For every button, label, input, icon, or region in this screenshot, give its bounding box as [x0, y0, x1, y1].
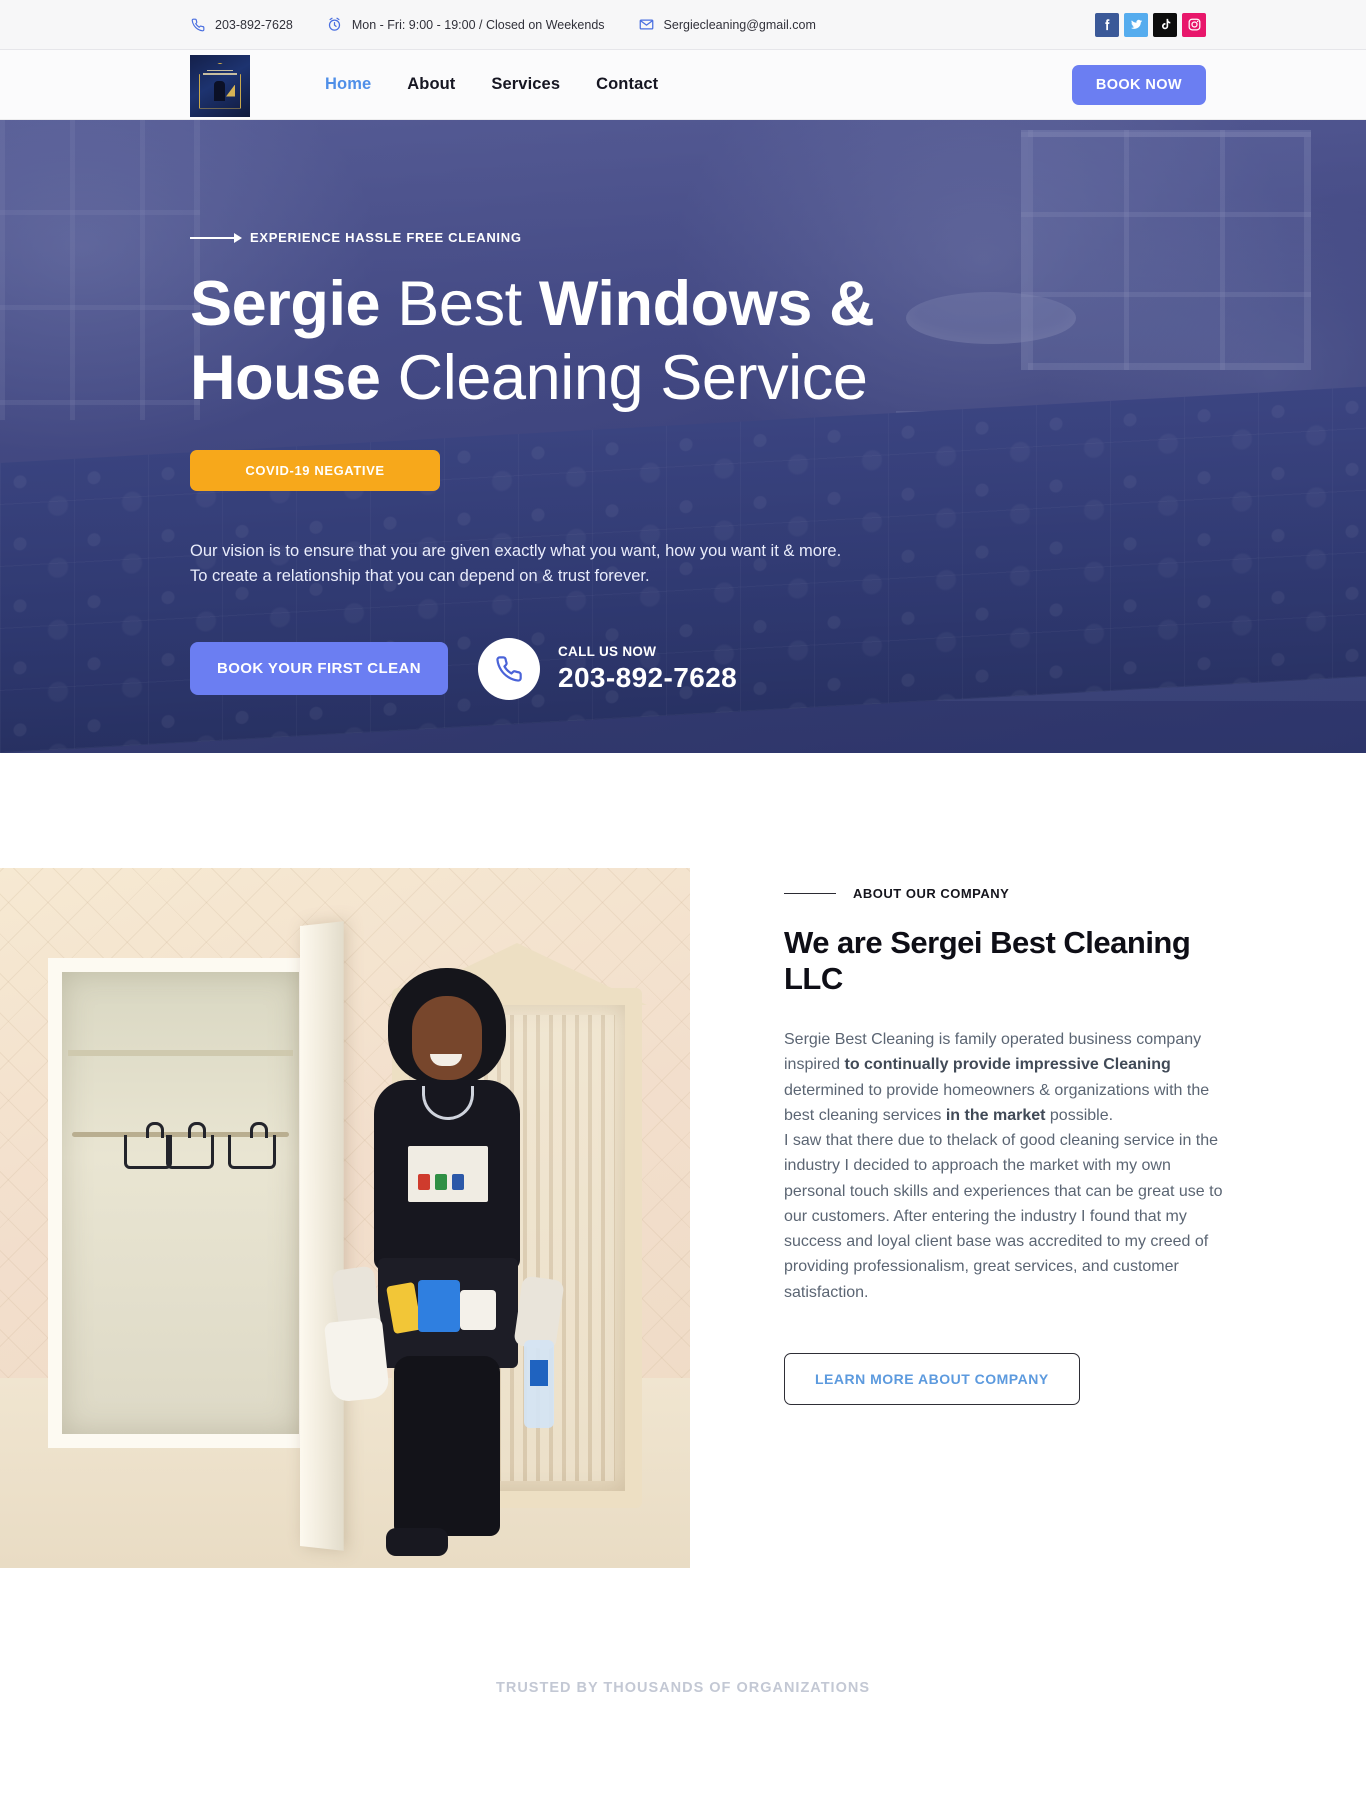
- about-photo: [0, 868, 690, 1568]
- logo-text-marks: [203, 69, 237, 77]
- about-p1-bold-1: to continually provide impressive Cleani…: [844, 1056, 1171, 1074]
- call-us-block[interactable]: CALL US NOW 203-892-7628: [477, 637, 737, 700]
- envelope-icon: [639, 17, 655, 33]
- hero-title: Sergie Best Windows & House Cleaning Ser…: [190, 267, 1070, 416]
- hero-section: EXPERIENCE HASSLE FREE CLEANING Sergie B…: [0, 120, 1366, 753]
- hero-title-part-4: House: [190, 343, 381, 414]
- about-eyebrow-text: ABOUT OUR COMPANY: [853, 886, 1010, 901]
- divider-line: [784, 892, 836, 895]
- hero-eyebrow-text: EXPERIENCE HASSLE FREE CLEANING: [250, 230, 522, 245]
- facebook-icon[interactable]: [1095, 12, 1119, 37]
- arrow-line-icon: [190, 232, 242, 243]
- about-photo-person: [323, 968, 565, 1568]
- hero-subtitle: Our vision is to ensure that you are giv…: [190, 541, 842, 586]
- about-eyebrow: ABOUT OUR COMPANY: [784, 886, 1226, 901]
- about-p1-bold-2: in the market: [945, 1106, 1046, 1124]
- hero-cta-row: BOOK YOUR FIRST CLEAN CALL US NOW 203-89…: [190, 637, 1176, 700]
- nav-item-home[interactable]: Home: [325, 75, 371, 94]
- about-p1-e: possible.: [1045, 1106, 1114, 1124]
- nav-item-services[interactable]: Services: [491, 75, 560, 94]
- about-paragraph-1: Sergie Best Cleaning is family operated …: [784, 1027, 1226, 1128]
- about-title: We are Sergei Best Cleaning LLC: [784, 925, 1191, 996]
- hero-content: EXPERIENCE HASSLE FREE CLEANING Sergie B…: [0, 120, 1366, 700]
- phone-icon: [190, 17, 206, 33]
- hero-title-part-2: Best: [380, 269, 539, 339]
- nav-item-about[interactable]: About: [407, 75, 455, 94]
- site-logo[interactable]: [190, 54, 250, 117]
- logo-person-icon: [214, 80, 225, 101]
- nav-menu: Home About Services Contact: [325, 75, 658, 94]
- top-info-bar: 203-892-7628 Mon - Fri: 9:00 - 19:00 / C…: [0, 0, 1366, 50]
- call-text-block: CALL US NOW 203-892-7628: [558, 644, 737, 694]
- tiktok-icon[interactable]: [1153, 12, 1177, 37]
- call-us-label: CALL US NOW: [557, 643, 657, 659]
- about-text-column: ABOUT OUR COMPANY We are Sergei Best Cle…: [690, 868, 1366, 1405]
- book-first-clean-button[interactable]: BOOK YOUR FIRST CLEAN: [190, 642, 448, 696]
- call-us-number[interactable]: 203-892-7628: [558, 662, 737, 694]
- clock-icon: [327, 17, 343, 33]
- about-section: ABOUT OUR COMPANY We are Sergei Best Cle…: [0, 753, 1366, 1608]
- social-links: [1095, 12, 1206, 37]
- nav-item-contact[interactable]: Contact: [596, 75, 658, 94]
- learn-more-button[interactable]: LEARN MORE ABOUT COMPANY: [784, 1352, 1080, 1405]
- twitter-icon[interactable]: [1124, 12, 1148, 37]
- about-paragraph-2: I saw that there due to thelack of good …: [784, 1132, 1223, 1301]
- topbar-hours: Mon - Fri: 9:00 - 19:00 / Closed on Week…: [327, 17, 605, 33]
- topbar-phone-text: 203-892-7628: [215, 17, 293, 32]
- topbar-email-text: Sergiecleaning@gmail.com: [663, 17, 816, 32]
- topbar-phone[interactable]: 203-892-7628: [190, 17, 293, 33]
- hero-eyebrow: EXPERIENCE HASSLE FREE CLEANING: [190, 230, 1176, 245]
- topbar-email[interactable]: Sergiecleaning@gmail.com: [639, 17, 816, 33]
- top-contact-list: 203-892-7628 Mon - Fri: 9:00 - 19:00 / C…: [190, 17, 816, 33]
- main-navigation: Home About Services Contact BOOK NOW: [0, 50, 1366, 120]
- phone-icon: [477, 637, 540, 700]
- about-photo-closet: [48, 958, 313, 1448]
- hero-title-part-1: Sergie: [190, 269, 381, 339]
- topbar-hours-text: Mon - Fri: 9:00 - 19:00 / Closed on Week…: [351, 17, 605, 32]
- covid-status-badge: COVID-19 NEGATIVE: [190, 449, 440, 491]
- book-now-button[interactable]: BOOK NOW: [1071, 64, 1206, 105]
- trusted-by-text: TRUSTED BY THOUSANDS OF ORGANIZATIONS: [496, 1680, 870, 1696]
- hero-title-part-3: Windows &: [538, 269, 875, 339]
- hero-title-part-5: Cleaning Service: [380, 343, 868, 414]
- instagram-icon[interactable]: [1182, 12, 1206, 37]
